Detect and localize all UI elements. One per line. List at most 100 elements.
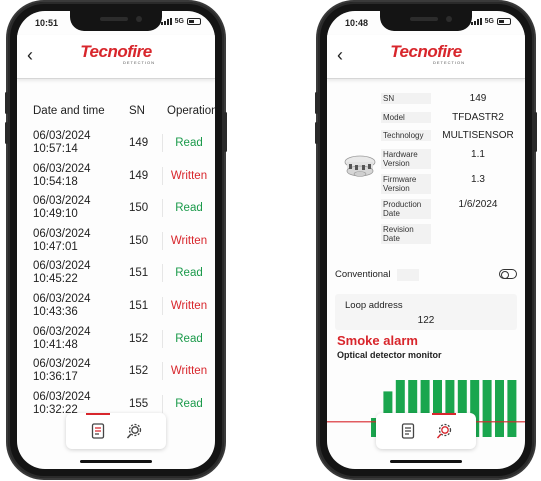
info-label: Hardware Version <box>381 148 431 169</box>
info-row: Hardware Version 1.1 <box>381 147 521 172</box>
info-value: 1/6/2024 <box>458 198 498 210</box>
row-sn: 150 <box>129 234 149 247</box>
status-icons: 5G <box>160 18 201 25</box>
row-sn: 150 <box>129 202 149 215</box>
loop-address-label: Loop address <box>345 300 403 311</box>
conventional-toggle[interactable] <box>499 269 517 279</box>
tecnofire-logo: Tecnofire DETECTION <box>77 42 155 65</box>
tab-settings[interactable] <box>432 419 456 443</box>
status-time: 10:51 <box>35 18 59 28</box>
row-operation: Written <box>170 169 208 182</box>
row-divider <box>162 231 163 250</box>
network-label: 5G <box>484 18 494 25</box>
battery-icon <box>497 18 511 25</box>
row-divider <box>162 329 163 348</box>
row-sn: 151 <box>129 267 149 280</box>
row-date: 06/03/2024 <box>33 325 91 338</box>
info-row: Firmware Version 1.3 <box>381 172 521 197</box>
gear-settings-icon <box>126 423 142 439</box>
tab-bar <box>376 413 476 449</box>
info-row: Revision Date <box>381 222 521 247</box>
history-row[interactable]: 06/03/2024 10:41:48 152 Read <box>17 323 215 356</box>
info-row: Technology MULTISENSOR <box>381 128 521 147</box>
row-sn: 152 <box>129 332 149 345</box>
row-operation: Written <box>170 365 208 378</box>
app-header: ‹ Tecnofire DETECTION <box>17 35 215 79</box>
signal-icon <box>160 18 172 25</box>
row-date: 06/03/2024 <box>33 358 91 371</box>
notch <box>380 11 472 31</box>
back-chevron-icon[interactable]: ‹ <box>337 45 343 65</box>
row-date: 06/03/2024 <box>33 195 91 208</box>
status-icons: 5G <box>470 18 511 25</box>
row-datetime: 06/03/2024 10:49:10 <box>33 195 91 221</box>
row-divider <box>162 166 163 185</box>
history-list: 06/03/2024 10:57:14 149 Read 06/03/2024 10:54… <box>17 127 215 420</box>
logo-subtitle: DETECTION <box>122 60 156 65</box>
history-row[interactable]: 06/03/2024 10:47:01 150 Written <box>17 225 215 258</box>
monitor-title: Optical detector monitor <box>337 350 442 360</box>
tab-bar <box>66 413 166 449</box>
row-datetime: 06/03/2024 10:57:14 <box>33 130 91 156</box>
row-divider <box>162 199 163 218</box>
row-datetime: 06/03/2024 10:54:18 <box>33 163 91 189</box>
info-value: MULTISENSOR <box>442 130 514 141</box>
col-date-and-time: Date and time <box>33 105 105 117</box>
device-info-table: SN 149 Model TFDASTR2 Technology MULTISENSOR H… <box>381 91 521 247</box>
row-time: 10:45:22 <box>33 273 78 286</box>
back-chevron-icon[interactable]: ‹ <box>27 45 33 65</box>
volume-up-button <box>315 92 318 114</box>
tab-settings[interactable] <box>122 419 146 443</box>
conventional-label: Conventional <box>335 269 391 280</box>
col-sn: SN <box>129 105 145 117</box>
row-divider <box>162 362 163 381</box>
status-time: 10:48 <box>345 18 369 28</box>
history-row[interactable]: 06/03/2024 10:45:22 151 Read <box>17 257 215 290</box>
info-value: 149 <box>469 93 487 104</box>
home-indicator <box>390 460 462 463</box>
history-row[interactable]: 06/03/2024 10:49:10 150 Read <box>17 192 215 225</box>
volume-down-button <box>315 122 318 144</box>
row-time: 10:54:18 <box>33 175 78 188</box>
row-operation: Read <box>175 137 203 149</box>
info-label: SN <box>381 93 431 104</box>
logo-text: Tecnofire <box>80 42 152 61</box>
document-list-icon <box>401 423 415 439</box>
row-divider <box>162 264 163 283</box>
history-row[interactable]: 06/03/2024 10:36:17 152 Written <box>17 355 215 388</box>
info-row: Production Date 1/6/2024 <box>381 197 521 222</box>
network-label: 5G <box>174 18 184 25</box>
col-operation: Operation <box>167 105 215 117</box>
conventional-row: Conventional <box>335 267 517 283</box>
tab-history[interactable] <box>86 419 110 443</box>
info-value: 1.3 <box>471 173 485 185</box>
history-row[interactable]: 06/03/2024 10:57:14 149 Read <box>17 127 215 160</box>
row-date: 06/03/2024 <box>33 162 91 175</box>
tecnofire-logo: Tecnofire DETECTION <box>387 42 465 65</box>
monitor-bar <box>482 380 492 437</box>
info-label: Technology <box>381 130 431 141</box>
smoke-detector-image <box>344 155 376 177</box>
history-row[interactable]: 06/03/2024 10:54:18 149 Written <box>17 160 215 193</box>
row-time: 10:49:10 <box>33 208 78 221</box>
row-sn: 149 <box>129 137 149 149</box>
home-indicator <box>80 460 152 463</box>
volume-down-button <box>5 122 8 144</box>
history-row[interactable]: 06/03/2024 10:43:36 151 Written <box>17 290 215 323</box>
tab-history[interactable] <box>396 419 420 443</box>
signal-icon <box>470 18 482 25</box>
row-date: 06/03/2024 <box>33 130 91 142</box>
row-operation: Read <box>175 397 203 410</box>
phone-frame-left: 10:51 5G ‹ Tecnofire DETECTION Date and … <box>5 2 227 478</box>
monitor-bar <box>507 380 517 437</box>
loop-address-field[interactable]: Loop address 122 <box>335 294 517 330</box>
row-date: 06/03/2024 <box>33 227 91 240</box>
tab-active-indicator <box>86 413 110 415</box>
logo-text: Tecnofire <box>390 42 462 61</box>
row-operation: Read <box>175 267 203 280</box>
row-time: 10:57:14 <box>33 143 78 155</box>
alarm-title: Smoke alarm <box>337 333 418 348</box>
info-label: Model <box>381 111 431 123</box>
info-label: Production Date <box>381 198 431 219</box>
tab-active-indicator <box>432 413 456 415</box>
